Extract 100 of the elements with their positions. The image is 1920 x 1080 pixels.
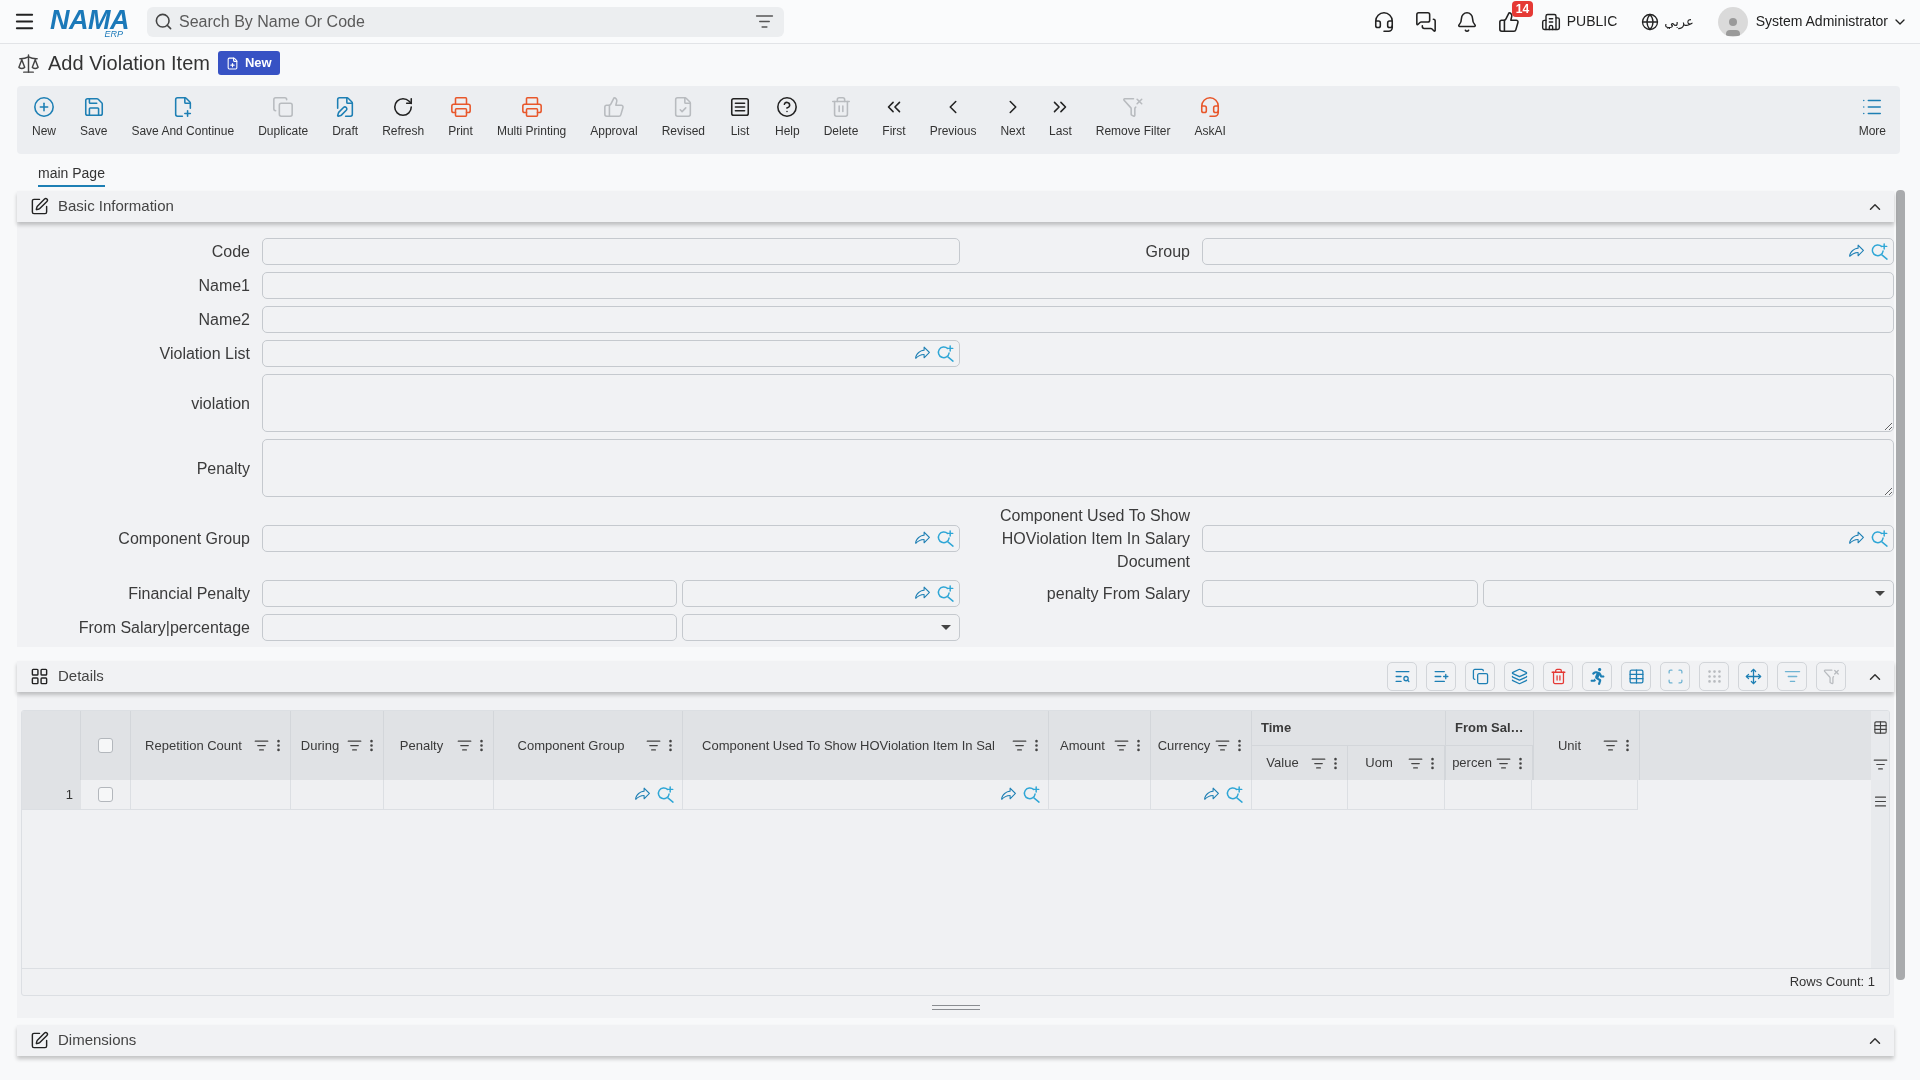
text-field[interactable]: [262, 306, 1894, 333]
search-plus-icon[interactable]: [937, 530, 954, 547]
caret-down-icon[interactable]: [941, 625, 951, 630]
search-plus-icon[interactable]: [937, 345, 954, 362]
table-row[interactable]: 1: [22, 780, 1638, 810]
toolbar-button[interactable]: List: [717, 86, 763, 154]
dropdown-field[interactable]: [682, 614, 960, 641]
menu-icon[interactable]: [1872, 794, 1888, 809]
dropdown-field[interactable]: [1483, 580, 1894, 607]
tool-button[interactable]: [1426, 662, 1456, 691]
lookup-field[interactable]: [262, 340, 960, 367]
share-arrow-icon[interactable]: [914, 530, 931, 547]
column-header[interactable]: percen: [1452, 753, 1492, 773]
share-arrow-icon[interactable]: [1848, 530, 1865, 547]
field-label: Name2: [197, 310, 250, 330]
filter-icon[interactable]: [1012, 738, 1027, 753]
filter-icon[interactable]: [646, 738, 661, 753]
table-icon[interactable]: [1872, 720, 1888, 735]
toolbar-button[interactable]: Multi Printing: [484, 86, 579, 154]
filter-icon[interactable]: [254, 738, 269, 753]
filter-icon[interactable]: [1496, 755, 1511, 771]
toolbar-button[interactable]: First: [870, 86, 918, 154]
text-field[interactable]: [262, 272, 1894, 299]
tab[interactable]: main Page: [38, 165, 105, 187]
lookup-field[interactable]: [1202, 238, 1894, 265]
chat-icon[interactable]: [1414, 10, 1437, 33]
column-header[interactable]: Value: [1258, 753, 1307, 773]
caret-down-icon[interactable]: [1875, 591, 1885, 596]
headset-icon[interactable]: [1372, 10, 1395, 33]
text-field[interactable]: [262, 614, 677, 641]
lookup-field[interactable]: [682, 580, 960, 607]
search-plus-icon[interactable]: [1871, 530, 1888, 547]
search-field[interactable]: Search By Name Or Code: [147, 6, 784, 37]
tool-button[interactable]: [1465, 662, 1495, 691]
filter-icon[interactable]: [1311, 755, 1326, 771]
lookup-field[interactable]: [1202, 525, 1894, 552]
share-arrow-icon[interactable]: [914, 345, 931, 362]
tool-button[interactable]: [1504, 662, 1534, 691]
toolbar-button[interactable]: Previous: [917, 86, 989, 154]
edit-icon: [30, 197, 49, 216]
toolbar-button[interactable]: Save And Continue: [119, 86, 247, 154]
search-plus-icon[interactable]: [1226, 786, 1243, 803]
tool-button[interactable]: [1621, 662, 1651, 691]
checkbox[interactable]: [98, 738, 113, 753]
toolbar-button[interactable]: More: [1852, 86, 1892, 154]
field-label: Component Used To Show HOViolation Item In Salary Document: [998, 506, 1190, 572]
resize-grip-icon[interactable]: [931, 1004, 980, 1010]
toolbar-button[interactable]: Last: [1037, 86, 1084, 154]
filter-icon[interactable]: [457, 738, 472, 753]
tool-button[interactable]: [1738, 662, 1768, 691]
tool-button[interactable]: [1387, 662, 1417, 691]
toolbar-button[interactable]: Print: [436, 86, 485, 154]
search-plus-icon[interactable]: [657, 786, 674, 803]
column-group-header: Time: [1261, 719, 1292, 738]
filter-icon[interactable]: [347, 738, 362, 753]
file-plus-icon: [225, 56, 239, 70]
scrollbar[interactable]: [1896, 190, 1905, 980]
share-arrow-icon[interactable]: [914, 585, 931, 602]
share-arrow-icon[interactable]: [1848, 243, 1865, 260]
share-arrow-icon[interactable]: [1203, 786, 1220, 803]
search-plus-icon[interactable]: [1871, 243, 1888, 260]
filter-icon[interactable]: [1114, 738, 1129, 753]
column-header[interactable]: Unit: [1540, 735, 1599, 756]
toolbar-button[interactable]: AskAI: [1182, 86, 1238, 154]
text-field[interactable]: [1202, 580, 1478, 607]
column-header[interactable]: Component Group: [500, 735, 642, 756]
column-header[interactable]: During: [297, 735, 343, 756]
column-header[interactable]: Uom: [1354, 753, 1404, 773]
toolbar-button[interactable]: Next: [988, 86, 1038, 154]
notification-badge: 14: [1511, 0, 1534, 17]
bell-icon[interactable]: [1455, 10, 1478, 33]
toolbar-button[interactable]: Refresh: [370, 86, 437, 154]
text-field[interactable]: [262, 238, 960, 265]
toolbar-button[interactable]: New: [20, 86, 68, 154]
tool-button[interactable]: [1777, 662, 1807, 691]
filter-icon[interactable]: [1408, 755, 1423, 771]
filter-icon[interactable]: [1215, 738, 1230, 753]
checkbox[interactable]: [98, 787, 113, 802]
share-arrow-icon[interactable]: [634, 786, 651, 803]
filter-icon[interactable]: [1872, 757, 1888, 772]
text-field[interactable]: [262, 580, 677, 607]
toolbar-button[interactable]: Help: [763, 86, 812, 154]
search-plus-icon[interactable]: [937, 585, 954, 602]
language-button[interactable]: عربي: [1641, 11, 1694, 32]
search-plus-icon[interactable]: [1023, 786, 1040, 803]
column-header[interactable]: Component Used To Show HOViolation Item In Sal: [689, 735, 1008, 756]
share-arrow-icon[interactable]: [1000, 786, 1017, 803]
column-header[interactable]: Penalty: [390, 735, 453, 756]
filter-icon[interactable]: [1603, 738, 1618, 753]
column-header[interactable]: Currency: [1157, 735, 1211, 756]
tool-button[interactable]: [1543, 662, 1573, 691]
edit-icon: [30, 1031, 49, 1050]
toolbar-button[interactable]: Save: [68, 86, 120, 154]
tool-button[interactable]: [1582, 662, 1612, 691]
lookup-field[interactable]: [262, 525, 960, 552]
company-button[interactable]: PUBLIC: [1540, 11, 1618, 32]
column-header[interactable]: Repetition Count: [137, 735, 250, 756]
column-header[interactable]: Amount: [1055, 735, 1110, 756]
toolbar-button[interactable]: Draft: [320, 86, 371, 154]
user-menu-button[interactable]: System Administrator: [1717, 6, 1908, 37]
